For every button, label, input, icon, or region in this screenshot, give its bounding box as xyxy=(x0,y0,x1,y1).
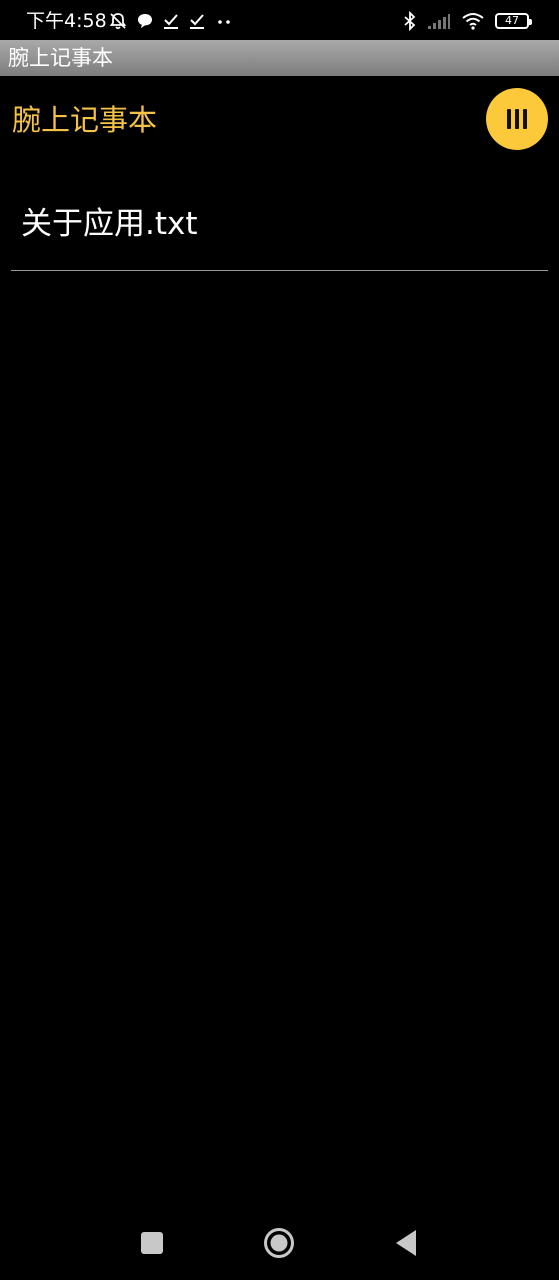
triangle-back-icon xyxy=(396,1230,416,1256)
back-button[interactable] xyxy=(386,1228,426,1258)
chat-bubble-icon xyxy=(138,14,152,28)
download-check-icon xyxy=(190,14,204,29)
status-notification-icons xyxy=(108,10,234,32)
app-title: 腕上记事本 xyxy=(12,103,158,137)
window-title-bar: 腕上记事本 xyxy=(0,40,559,76)
app-header: 腕上记事本 xyxy=(0,84,559,156)
navigation-bar xyxy=(0,1206,559,1280)
download-check-icon xyxy=(164,14,178,29)
muted-bell-icon xyxy=(109,13,127,30)
square-icon xyxy=(141,1232,163,1254)
status-time: 下午4:58 xyxy=(26,10,107,32)
home-button[interactable] xyxy=(259,1228,299,1258)
circle-icon xyxy=(264,1228,294,1258)
file-list-item[interactable]: 关于应用.txt xyxy=(11,180,548,271)
signal-icon xyxy=(428,14,450,29)
battery-level: 47 xyxy=(505,14,519,27)
bluetooth-icon xyxy=(404,11,416,31)
status-bar: 下午4:58 47 xyxy=(0,0,559,40)
status-system-icons: 47 xyxy=(403,10,532,32)
screen: 下午4:58 47 腕上记事本 腕上记事本 关于应用.txt xyxy=(0,0,559,1280)
menu-button[interactable] xyxy=(486,88,548,150)
more-notifications-icon xyxy=(218,20,230,24)
file-list: 关于应用.txt xyxy=(11,180,548,271)
recent-apps-button[interactable] xyxy=(132,1228,172,1258)
menu-bars-icon xyxy=(507,109,527,129)
wifi-icon xyxy=(462,13,484,30)
window-title: 腕上记事本 xyxy=(8,46,113,70)
file-name: 关于应用.txt xyxy=(21,206,198,242)
battery-icon: 47 xyxy=(495,13,532,29)
